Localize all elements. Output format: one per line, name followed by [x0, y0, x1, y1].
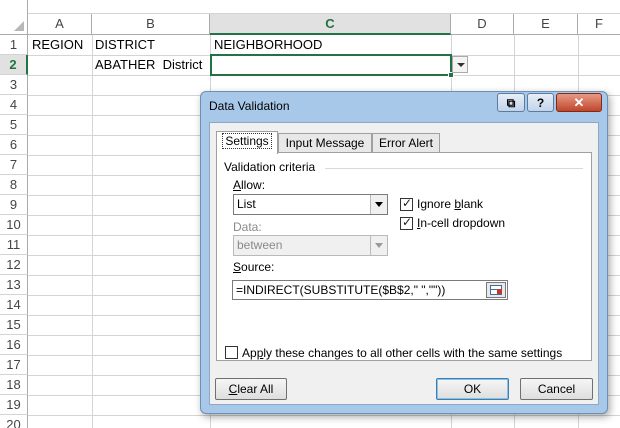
formula-bar-edge: [28, 0, 620, 14]
collapse-dialog-button[interactable]: [486, 282, 506, 298]
help-button[interactable]: ?: [527, 93, 554, 112]
row-header-6[interactable]: 6: [0, 135, 28, 155]
cell-c1[interactable]: NEIGHBORHOOD: [214, 35, 322, 55]
row-header-20[interactable]: 20: [0, 415, 28, 428]
dialog-title-bar[interactable]: Data Validation ⧉ ? ✕: [201, 92, 607, 122]
cell-c2-selected[interactable]: [210, 54, 452, 76]
data-value: between: [237, 238, 283, 252]
clear-all-label-post: lear All: [237, 382, 274, 396]
source-label-post: ource:: [241, 260, 275, 274]
allow-value: List: [237, 197, 256, 211]
column-header-e[interactable]: E: [514, 14, 578, 35]
row-header-8[interactable]: 8: [0, 175, 28, 195]
select-all-triangle-icon: [14, 21, 24, 31]
row-header-9[interactable]: 9: [0, 195, 28, 215]
column-header-a[interactable]: A: [28, 14, 92, 35]
ignore-blank-label[interactable]: Ignore blank: [417, 197, 483, 211]
ignore-blank-label-post: lank: [461, 197, 484, 211]
data-label: Data:: [233, 220, 262, 234]
dialog-body: Settings Input Message Error Alert Valid…: [209, 122, 599, 405]
help-icon: ?: [536, 96, 545, 110]
group-divider: [325, 168, 583, 169]
restore-icon: ⧉: [506, 96, 516, 110]
row-header-19[interactable]: 19: [0, 395, 28, 415]
grid-line: [92, 35, 93, 428]
row-header-18[interactable]: 18: [0, 375, 28, 395]
cell-a1[interactable]: REGION: [32, 35, 83, 55]
tab-settings-label: Settings: [222, 133, 272, 149]
ignore-blank-label-pre: Ignore: [417, 197, 455, 211]
clear-all-label-accel: C: [228, 382, 238, 396]
dialog-title: Data Validation: [209, 99, 290, 113]
in-cell-dropdown-label-post: n-cell dropdown: [420, 216, 506, 230]
row-header-3[interactable]: 3: [0, 75, 28, 95]
in-cell-dropdown-checkbox[interactable]: [400, 215, 413, 230]
grid-line: [28, 415, 620, 416]
cancel-button[interactable]: Cancel: [520, 378, 593, 400]
apply-all-label-post: ly these changes to all other cells with…: [263, 346, 563, 360]
row-header-10[interactable]: 10: [0, 215, 28, 235]
ignore-blank-checkbox[interactable]: [400, 196, 413, 211]
in-cell-dropdown-label[interactable]: In-cell dropdown: [417, 216, 505, 230]
row-header-2[interactable]: 2: [0, 55, 28, 75]
row-header-14[interactable]: 14: [0, 295, 28, 315]
tab-input-message[interactable]: Input Message: [278, 133, 372, 153]
allow-label: Allow:: [233, 178, 265, 192]
column-header-b[interactable]: B: [92, 14, 210, 35]
row-header-7[interactable]: 7: [0, 155, 28, 175]
select-all-corner[interactable]: [0, 0, 28, 35]
cell-b2[interactable]: ABATHER District: [95, 55, 202, 75]
source-label: Source:: [233, 260, 274, 274]
tab-error-alert[interactable]: Error Alert: [372, 133, 440, 153]
data-validation-dialog: Data Validation ⧉ ? ✕ Settings Input Mes…: [200, 91, 608, 414]
ok-button[interactable]: OK: [436, 378, 509, 400]
data-select: between: [233, 235, 388, 256]
apply-all-label[interactable]: Apply these changes to all other cells w…: [242, 346, 562, 360]
column-header-c[interactable]: C: [210, 14, 451, 35]
validation-criteria-heading: Validation criteria: [224, 160, 316, 174]
source-input[interactable]: =INDIRECT(SUBSTITUTE($B$2," ","")): [232, 280, 508, 300]
row-header-1[interactable]: 1: [0, 35, 28, 55]
range-select-icon: [490, 285, 502, 295]
settings-panel: Validation criteria Allow: List Ignore b…: [216, 152, 592, 361]
column-header-d[interactable]: D: [451, 14, 514, 35]
apply-all-label-pre: Ap: [242, 346, 257, 360]
restore-button[interactable]: ⧉: [497, 93, 525, 112]
apply-all-checkbox[interactable]: [225, 346, 238, 359]
row-header-12[interactable]: 12: [0, 255, 28, 275]
allow-dropdown-arrow-icon[interactable]: [370, 195, 387, 214]
source-label-accel: S: [233, 260, 242, 274]
data-dropdown-arrow-icon: [370, 236, 387, 255]
row-header-4[interactable]: 4: [0, 95, 28, 115]
clear-all-button[interactable]: Clear All: [215, 378, 287, 400]
allow-select[interactable]: List: [233, 194, 388, 215]
close-icon: ✕: [573, 95, 585, 110]
source-value: =INDIRECT(SUBSTITUTE($B$2," ","")): [236, 283, 446, 297]
allow-label-accel: A: [233, 178, 242, 192]
close-button[interactable]: ✕: [556, 93, 602, 112]
cell-b1[interactable]: DISTRICT: [95, 35, 155, 55]
row-header-5[interactable]: 5: [0, 115, 28, 135]
allow-label-post: llow:: [241, 178, 266, 192]
column-header-f[interactable]: F: [578, 14, 620, 35]
row-header-11[interactable]: 11: [0, 235, 28, 255]
row-header-13[interactable]: 13: [0, 275, 28, 295]
row-header-17[interactable]: 17: [0, 355, 28, 375]
row-header-15[interactable]: 15: [0, 315, 28, 335]
row-header-16[interactable]: 16: [0, 335, 28, 355]
cell-dropdown-arrow-icon[interactable]: [452, 56, 468, 73]
tab-settings[interactable]: Settings: [216, 131, 278, 154]
